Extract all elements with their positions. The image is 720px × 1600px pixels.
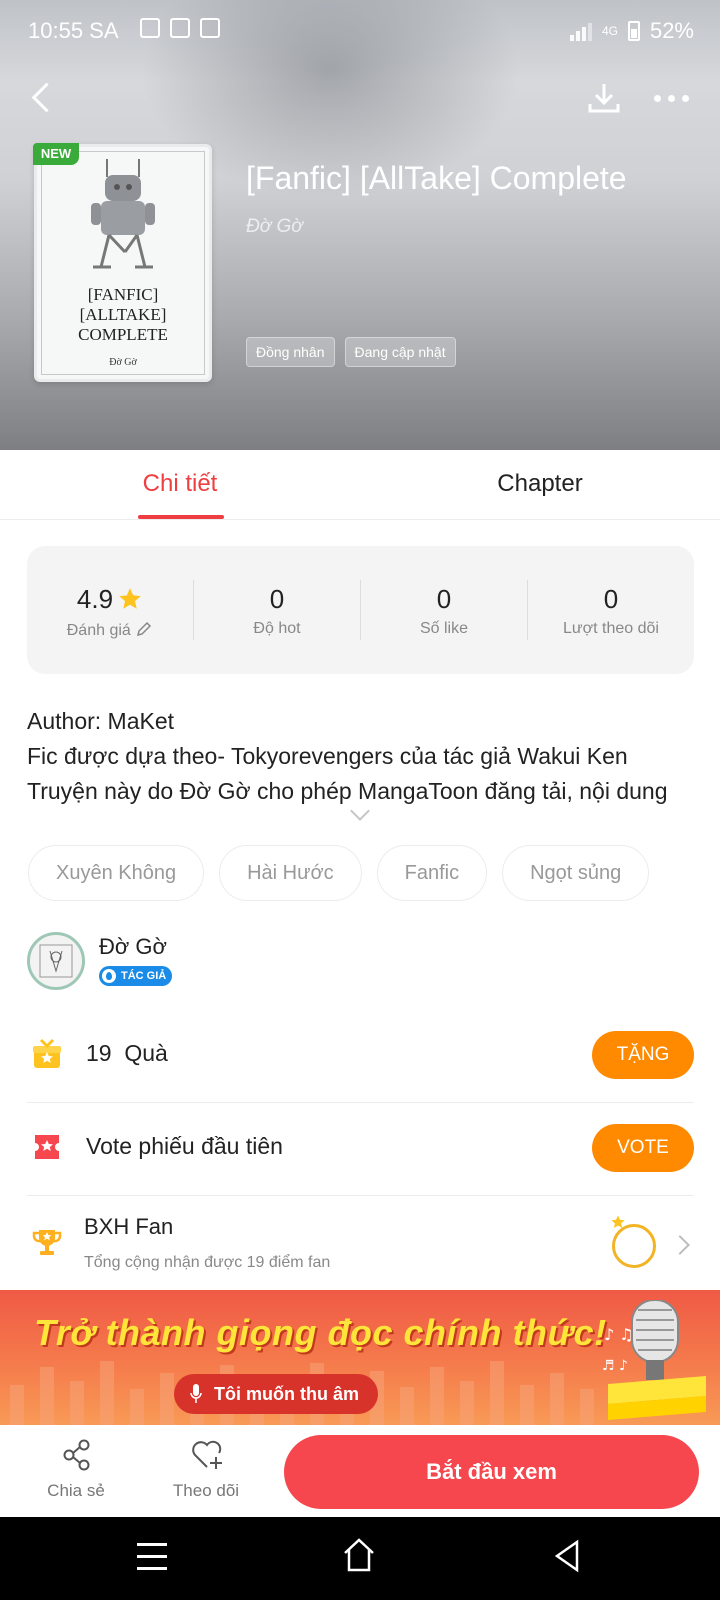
signal-icon — [569, 21, 592, 41]
svg-text:♬ ♪: ♬ ♪ — [602, 1358, 628, 1374]
start-reading-button[interactable]: Bắt đầu xem — [284, 1435, 699, 1509]
book-tag[interactable]: Đồng nhân — [246, 337, 335, 367]
download-button[interactable] — [584, 78, 624, 118]
youtube-icon — [170, 18, 190, 38]
home-button[interactable] — [342, 1537, 376, 1573]
tab-details[interactable]: Chi tiết — [90, 450, 270, 520]
crown-star-icon — [611, 1215, 625, 1228]
edit-icon[interactable] — [135, 620, 153, 638]
gift-count-label: 19 Quà — [86, 1040, 168, 1067]
author-row[interactable]: Đờ Gờ TÁC GIẢ — [27, 932, 697, 992]
status-bar: 10:55 SA 4G 52% — [0, 0, 720, 62]
system-back-button[interactable] — [553, 1539, 581, 1573]
author-avatar[interactable] — [27, 932, 85, 990]
fan-ranking-row[interactable]: BXH Fan Tổng cộng nhận được 19 điểm fan — [27, 1196, 694, 1292]
genre-tag[interactable]: Ngọt sủng — [502, 845, 650, 901]
follow-label: Theo dõi — [172, 1481, 240, 1500]
banner-title: Trở thành giọng đọc chính thức! — [34, 1312, 607, 1353]
follow-button[interactable]: Theo dõi — [156, 1425, 256, 1517]
detail-tabs: Chi tiết Chapter — [0, 450, 720, 520]
gift-button[interactable]: TẶNG — [592, 1031, 694, 1079]
more-button[interactable] — [654, 88, 694, 108]
likes-value: 0 — [436, 584, 452, 614]
share-label: Chia sẻ — [47, 1481, 105, 1500]
microphone-illustration: ♪ ♫ ♬ ♪ — [602, 1300, 706, 1420]
active-tab-indicator — [138, 515, 224, 519]
hot-label: Độ hot — [253, 620, 301, 637]
trophy-icon — [32, 1230, 62, 1255]
genre-tag[interactable]: Fanfic — [376, 845, 488, 901]
star-icon — [119, 588, 141, 609]
fan-ranking-subtitle: Tổng cộng nhận được 19 điểm fan — [84, 1254, 331, 1271]
book-cover[interactable]: [FANFIC] [ALLTAKE] COMPLETE Đờ Gờ — [34, 144, 212, 382]
back-button[interactable] — [22, 78, 62, 118]
book-header: 10:55 SA 4G 52% [FANFIC] [ALLTAKE] COMPL… — [0, 0, 720, 450]
author-badge: TÁC GIẢ — [99, 966, 173, 986]
gift-row: 19 Quà TẶNG — [27, 1010, 694, 1103]
fan-ranking-title: BXH Fan — [84, 1214, 174, 1239]
battery-level: 52% — [649, 18, 694, 43]
share-button[interactable]: Chia sẻ — [26, 1425, 126, 1517]
status-right: 4G 52% — [569, 18, 694, 44]
gift-icon — [33, 1038, 61, 1068]
hot-value: 0 — [269, 584, 285, 614]
system-nav-bar — [0, 1517, 720, 1600]
rating-label: Đánh giá — [66, 622, 131, 639]
book-tag: Đang cập nhật — [344, 337, 456, 367]
stats-panel: 4.9 Đánh giá 0 Độ hot 0 Số like 0 Lượt t… — [27, 546, 694, 674]
vote-button[interactable]: VOTE — [592, 1124, 694, 1172]
chevron-right-icon — [670, 1235, 690, 1255]
top-fan-avatar — [612, 1224, 656, 1268]
stat-followers: 0 Lượt theo dõi — [528, 546, 694, 674]
rating-value: 4.9 — [76, 584, 114, 614]
ticket-icon — [35, 1135, 59, 1159]
likes-label: Số like — [419, 620, 469, 637]
record-button[interactable]: Tôi muốn thu âm — [174, 1374, 378, 1414]
genre-tag[interactable]: Hài Hước — [219, 845, 362, 901]
stat-hot: 0 Độ hot — [194, 546, 360, 674]
book-description[interactable]: Author: MaKet Fic được dựa theo- Tokyore… — [27, 704, 697, 809]
vote-row: Vote phiếu đầu tiên VOTE — [27, 1103, 694, 1196]
expand-description-icon[interactable] — [348, 808, 372, 824]
book-tags: Đồng nhân Đang cập nhật — [246, 337, 456, 367]
image-icon — [200, 18, 220, 38]
description-line: Fic được dựa theo- Tokyorevengers của tá… — [27, 743, 628, 769]
new-badge: NEW — [33, 143, 79, 165]
book-title: [Fanfic] [AllTake] Complete — [246, 160, 627, 196]
download-icon — [588, 84, 620, 113]
network-type: 4G — [601, 24, 618, 38]
bottom-action-bar: Chia sẻ Theo dõi Bắt đầu xem — [0, 1425, 720, 1517]
gift-count: 19 — [86, 1040, 112, 1066]
description-line: Author: MaKet — [27, 708, 175, 734]
stat-likes: 0 Số like — [361, 546, 527, 674]
cover-title: [FANFIC] [ALLTAKE] COMPLETE — [78, 285, 168, 344]
tab-chapter[interactable]: Chapter — [450, 450, 630, 520]
followers-value: 0 — [603, 584, 619, 614]
genre-tag[interactable]: Xuyên Không — [28, 845, 205, 901]
stat-rating[interactable]: 4.9 Đánh giá — [27, 546, 193, 674]
notification-icons — [140, 18, 220, 38]
share-icon — [63, 1439, 90, 1471]
message-icon — [140, 18, 160, 38]
gift-label: Quà — [124, 1040, 168, 1066]
svg-text:♪ ♫: ♪ ♫ — [604, 1325, 634, 1344]
vote-label: Vote phiếu đầu tiên — [86, 1133, 283, 1159]
followers-label: Lượt theo dõi — [563, 620, 659, 637]
mic-icon — [190, 1384, 202, 1403]
robot-illustration — [91, 159, 155, 269]
book-author[interactable]: Đờ Gờ — [246, 216, 303, 238]
author-name: Đờ Gờ — [99, 934, 167, 959]
status-time: 10:55 SA — [28, 18, 119, 43]
battery-icon — [627, 21, 640, 41]
cover-author: Đờ Gờ — [109, 357, 137, 368]
heart-add-icon — [192, 1440, 222, 1469]
genre-tags: Xuyên Không Hài Hước Fanfic Ngọt sủng — [28, 845, 650, 901]
recent-apps-button[interactable] — [137, 1543, 167, 1571]
